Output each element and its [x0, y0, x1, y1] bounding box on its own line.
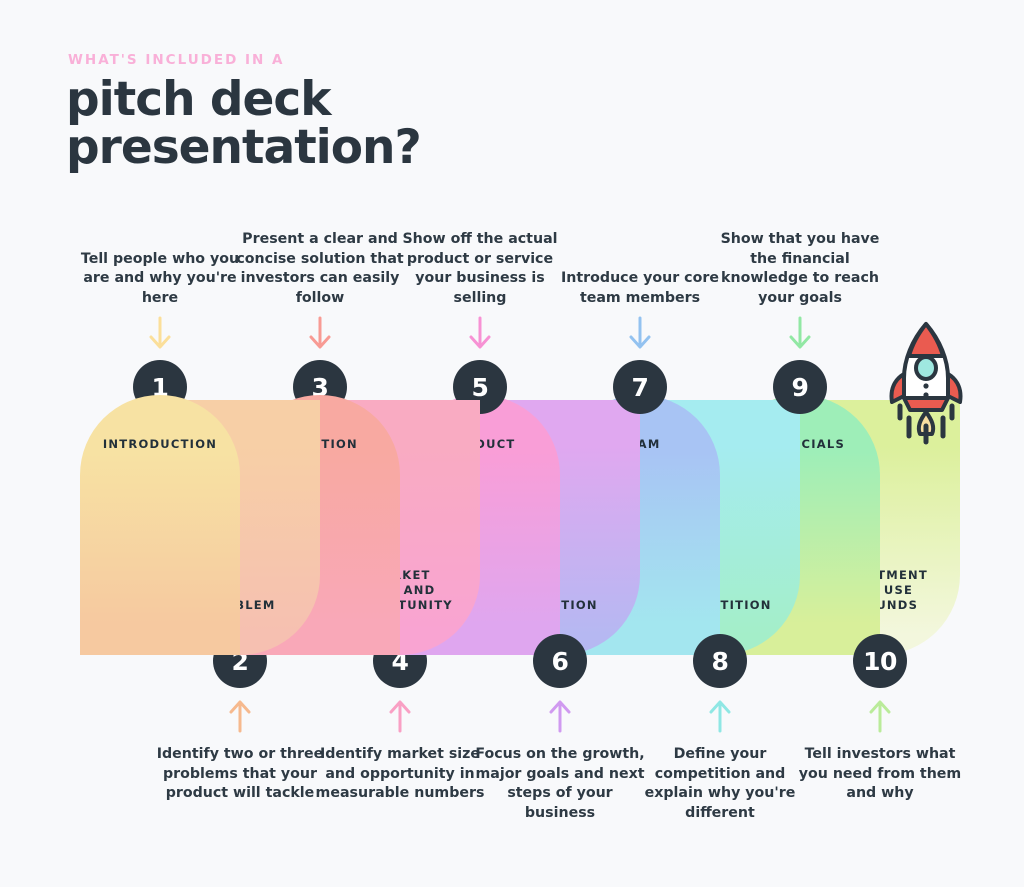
step-label-1: INTRODUCTION	[102, 437, 218, 451]
step-note-3: Present a clear and concise solution tha…	[236, 231, 404, 306]
infographic-root: WHAT'S INCLUDED IN A pitch deck presenta…	[0, 0, 1024, 887]
step-note-wrap-1: Tell people who you are and why you're h…	[72, 200, 248, 308]
step-note-6: Focus on the growth, major goals and nex…	[475, 746, 645, 821]
step-arrow-1	[147, 316, 173, 350]
rocket-icon	[884, 318, 968, 451]
step-number-badge-6[interactable]: 6	[533, 634, 587, 688]
step-arrow-2	[227, 699, 253, 733]
step-note-2: Identify two or three problems that your…	[156, 746, 324, 801]
steps-stage: INTRODUCTION 1 Tell people who you are and…	[0, 0, 1024, 887]
step-arrow-7	[627, 316, 653, 350]
step-note-4: Identify market size and opportunity in …	[315, 746, 485, 801]
step-note-1: Tell people who you are and why you're h…	[80, 250, 240, 306]
step-number-badge-7[interactable]: 7	[613, 360, 667, 414]
step-number-badge-9[interactable]: 9	[773, 360, 827, 414]
step-arrow-5	[467, 316, 493, 350]
step-note-wrap-5: Show off the actual product or service y…	[392, 200, 568, 308]
step-note-wrap-6: Focus on the growth, major goals and nex…	[472, 745, 648, 855]
step-note-wrap-10: Tell investors what you need from them a…	[792, 745, 968, 855]
step-number-badge-10[interactable]: 10	[853, 634, 907, 688]
step-number-badge-8[interactable]: 8	[693, 634, 747, 688]
step-arrow-10	[867, 699, 893, 733]
step-note-wrap-8: Define your competition and explain why …	[632, 745, 808, 855]
step-arrow-4	[387, 699, 413, 733]
step-arrow-8	[707, 699, 733, 733]
step-note-wrap-7: Introduce your core team members	[552, 200, 728, 308]
step-note-wrap-3: Present a clear and concise solution tha…	[232, 200, 408, 308]
step-note-5: Show off the actual product or service y…	[402, 231, 558, 306]
step-note-9: Show that you have the financial knowled…	[720, 231, 880, 306]
step-note-8: Define your competition and explain why …	[644, 746, 796, 821]
step-arrow-3	[307, 316, 333, 350]
step-note-wrap-9: Show that you have the financial knowled…	[712, 200, 888, 308]
step-arrow-6	[547, 699, 573, 733]
step-pill-1[interactable]: INTRODUCTION	[80, 395, 240, 655]
step-note-wrap-2: Identify two or three problems that your…	[152, 745, 328, 855]
step-arrow-9	[787, 316, 813, 350]
step-note-wrap-4: Identify market size and opportunity in …	[312, 745, 488, 855]
step-note-10: Tell investors what you need from them a…	[798, 746, 962, 801]
step-note-7: Introduce your core team members	[561, 270, 719, 306]
